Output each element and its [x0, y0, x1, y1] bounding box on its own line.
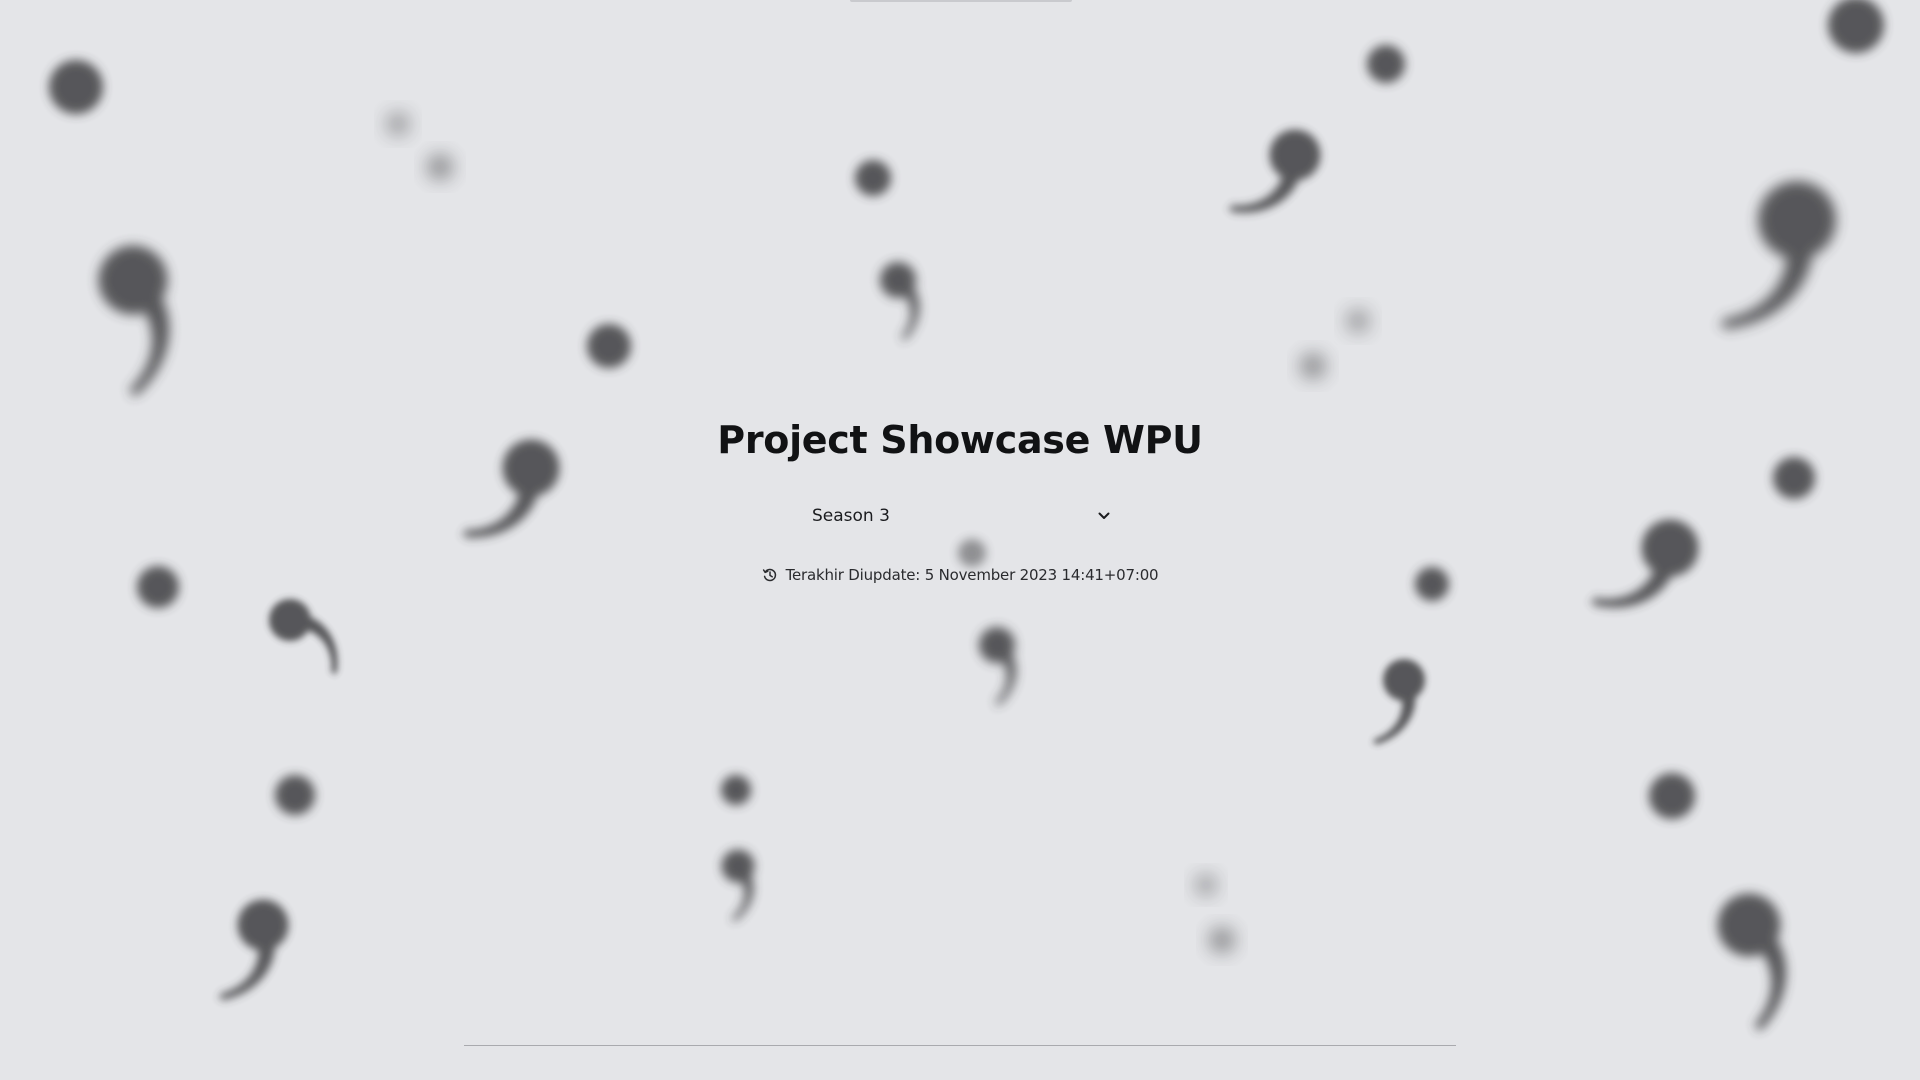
history-icon: [762, 567, 778, 583]
season-select-value: Season 3: [812, 506, 890, 526]
section-divider: [464, 1045, 1456, 1046]
last-updated-text: Terakhir Diupdate: 5 November 2023 14:41…: [785, 566, 1159, 584]
season-select[interactable]: Season 3: [795, 498, 1125, 534]
hero-section: Project Showcase WPU Season 3 Terakhir D…: [0, 0, 1920, 1080]
page-title: Project Showcase WPU: [717, 418, 1203, 462]
last-updated: Terakhir Diupdate: 5 November 2023 14:41…: [0, 566, 1920, 584]
chevron-down-icon: [1097, 509, 1111, 523]
page: Project Showcase WPU Season 3 Terakhir D…: [0, 0, 1920, 1080]
